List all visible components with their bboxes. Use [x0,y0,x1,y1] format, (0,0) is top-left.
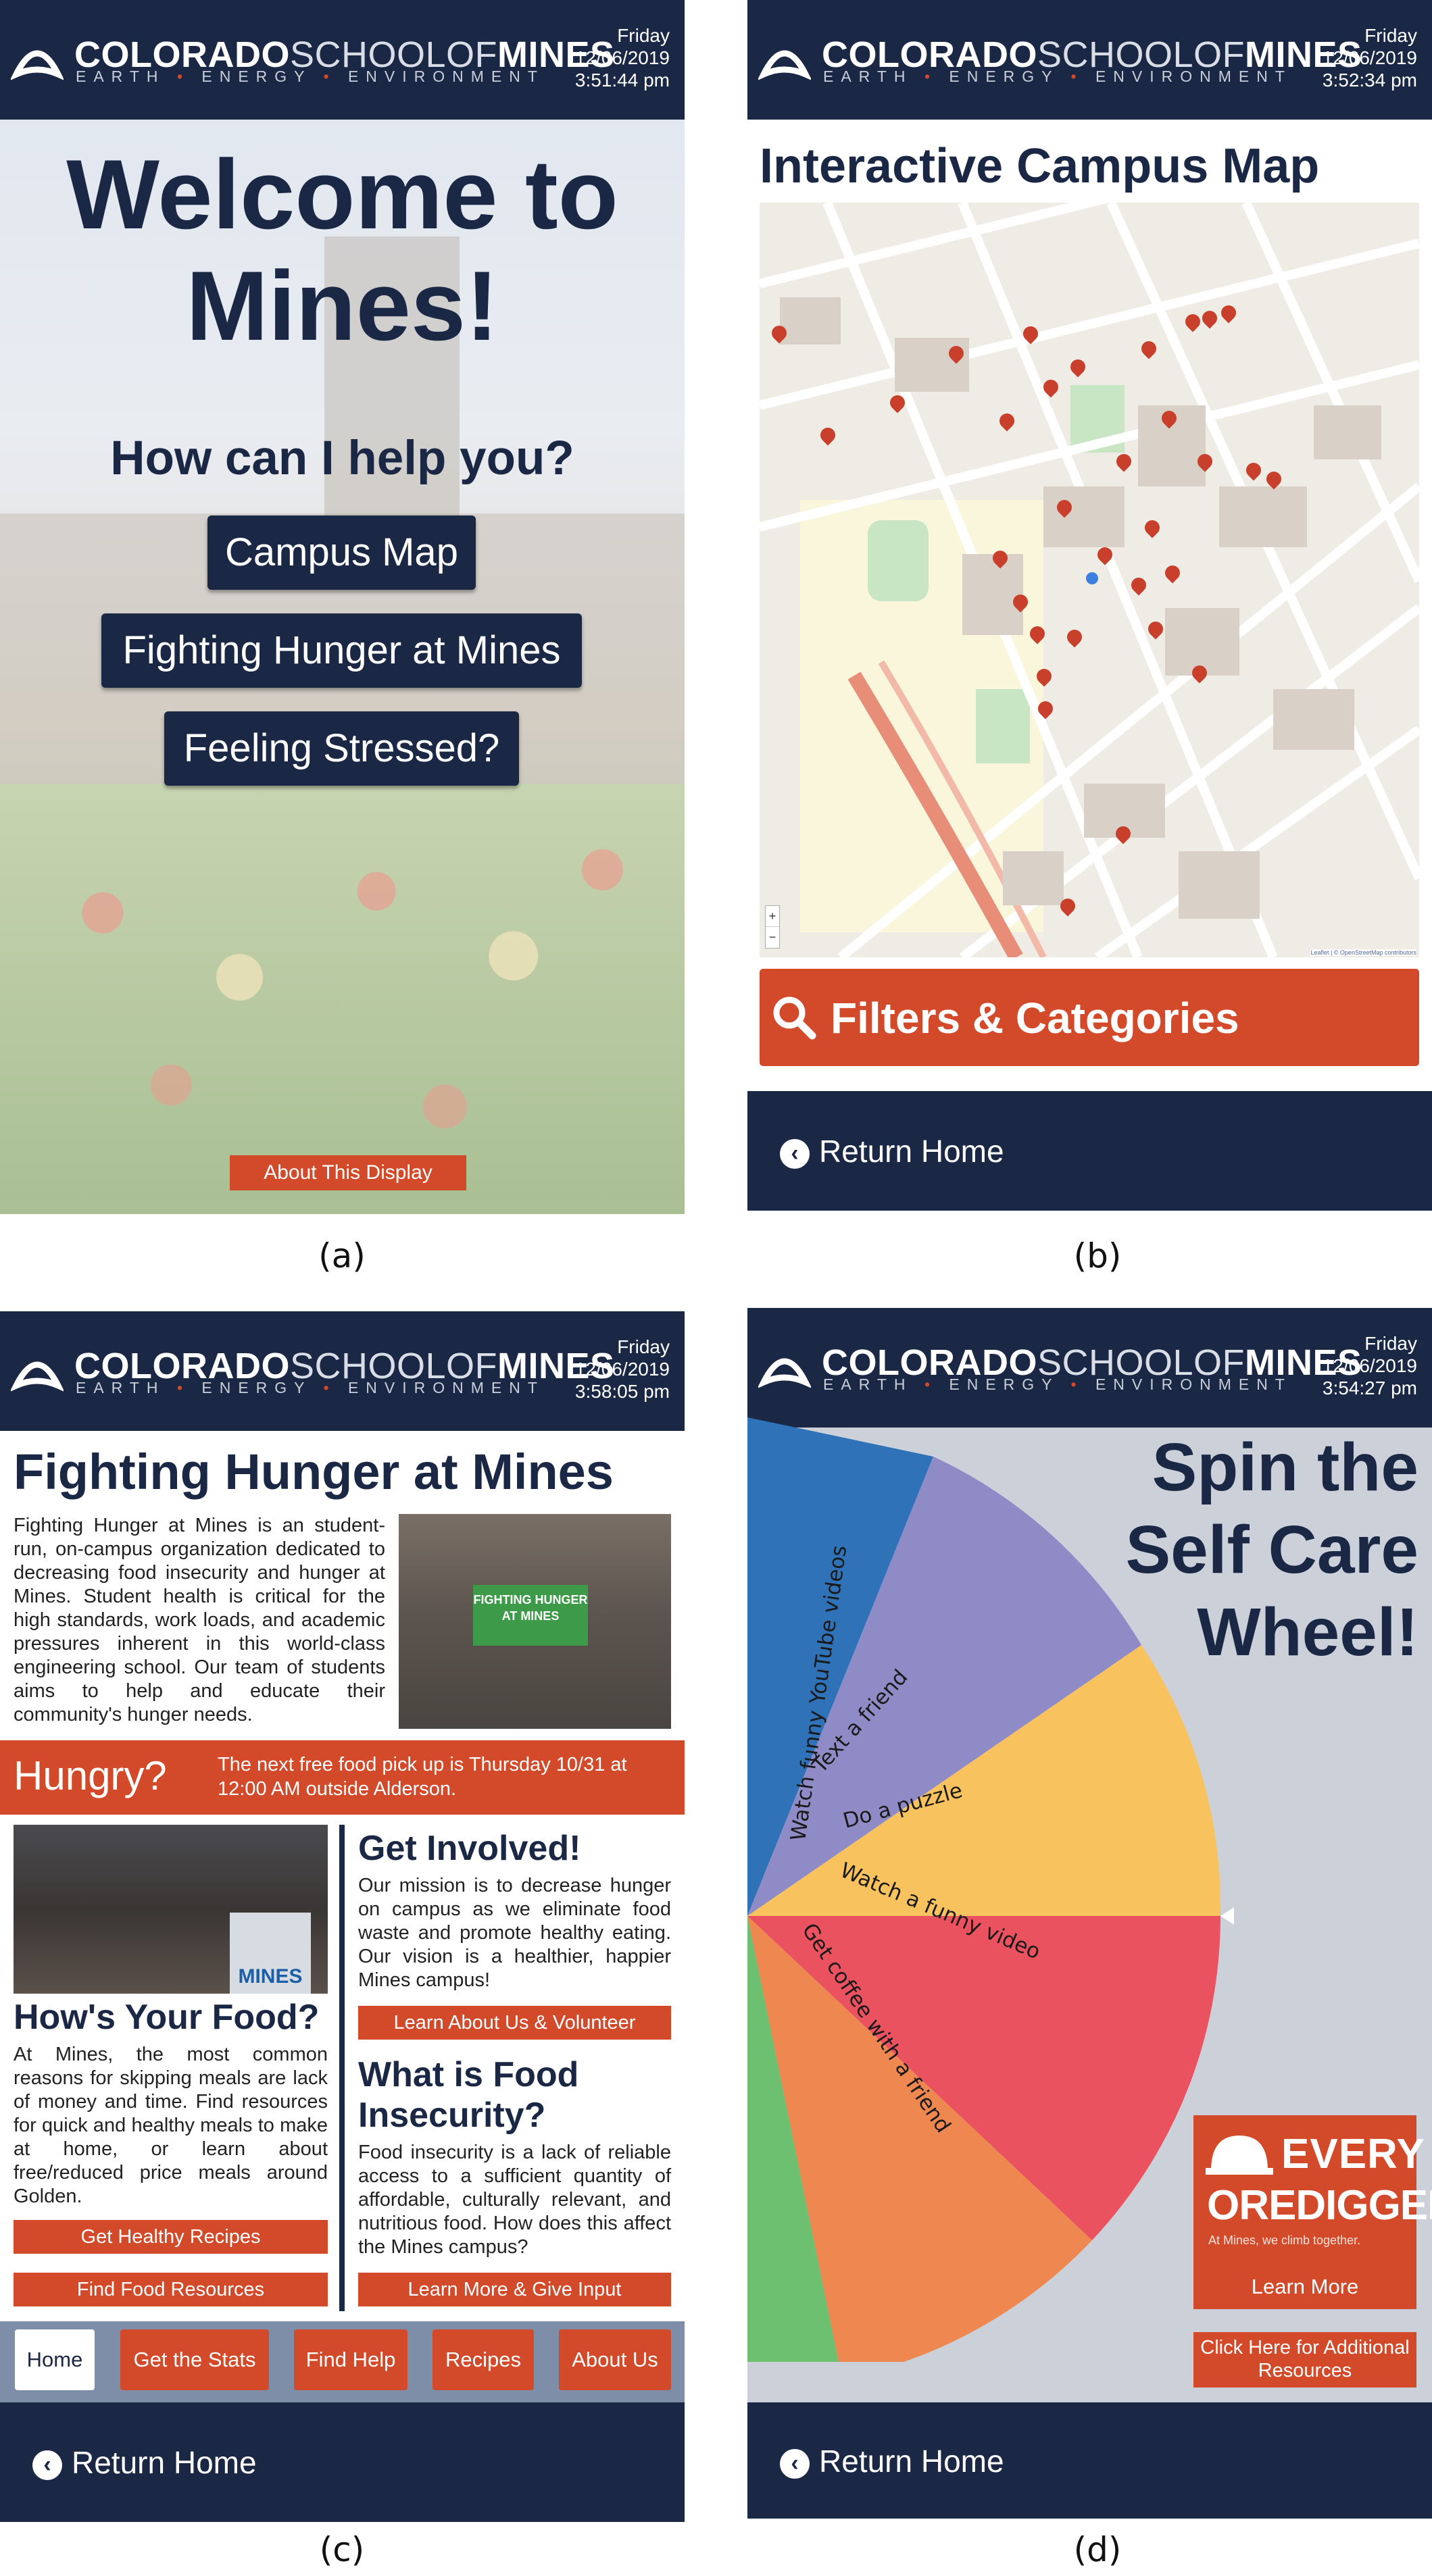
help-prompt: How can I help you? [110,432,574,485]
flower-bed [0,784,685,1214]
ad-slogan: At Mines, we climb together. [1208,2233,1361,2247]
insecurity-title: What is Food Insecurity? [358,2055,579,2135]
team-banner: FIGHTING HUNGER AT MINES [473,1585,588,1646]
zoom-control: + − [765,905,780,949]
caption-a: (a) [318,1236,366,1276]
healthy-recipes-button[interactable]: Get Healthy Recipes [14,2220,328,2254]
about-display-button[interactable]: About This Display [230,1155,466,1190]
brand-tagline: EARTH • ENERGY • ENVIRONMENT [76,68,545,85]
app-header: COLORADOSCHOOLOFMINES EARTH • ENERGY • E… [747,0,1432,120]
feeling-stressed-button[interactable]: Feeling Stressed? [164,711,519,786]
wheel-pointer-icon [1220,1907,1234,1925]
caption-c: (c) [319,2530,365,2569]
food-text: At Mines, the most common reasons for sk… [14,2044,328,2207]
mines-logo-icon [758,1358,811,1388]
mines-logo-icon [11,50,64,80]
filters-label: Filters & Categories [831,994,1239,1042]
mines-logo-icon [758,50,811,80]
panel-fighting-hunger: COLORADOSCHOOLOFMINES EARTH • ENERGY • E… [0,1311,685,2522]
search-icon [773,996,816,1040]
panel-campus-map: COLORADOSCHOOLOFMINES EARTH • ENERGY • E… [747,0,1432,1211]
welcome-title: Welcome to Mines! [66,139,618,361]
map-attribution[interactable]: Leaflet | © OpenStreetMap contributors [1310,949,1416,956]
food-resources-button[interactable]: Find Food Resources [14,2273,328,2306]
involved-text: Our mission is to decrease hunger on cam… [358,1875,671,1991]
involved-title: Get Involved! [358,1829,581,1868]
hungry-banner: Hungry? The next free food pick up is Th… [0,1740,685,1815]
footer-bar: ‹ Return Home [747,2402,1432,2519]
intro-text: Fighting Hunger at Mines is an student-r… [14,1515,385,1725]
hungry-label: Hungry? [14,1753,167,1798]
panel-self-care: COLORADOSCHOOLOFMINES EARTH • ENERGY • E… [747,1308,1432,2519]
app-header: COLORADOSCHOOLOFMINES EARTH • ENERGY • E… [0,1311,685,1431]
return-home-button[interactable]: ‹ Return Home [32,2444,257,2481]
learn-more-button[interactable]: Learn More [1193,2271,1416,2303]
additional-resources-button[interactable]: Click Here for Additional Resources [1193,2332,1416,2388]
fighting-hunger-button[interactable]: Fighting Hunger at Mines [101,613,582,688]
food-title: How's Your Food? [14,1998,320,2037]
datetime: Friday 12/06/2019 3:54:27 pm [1322,1333,1417,1398]
tab-stats[interactable]: Get the Stats [120,2329,269,2390]
tab-about[interactable]: About Us [559,2329,671,2390]
campus-map[interactable]: + − Leaflet | © OpenStreetMap contributo… [760,203,1419,957]
datetime: Friday 12/06/2019 3:58:05 pm [574,1336,670,1402]
datetime: Friday 12/06/2019 3:52:34 pm [1322,25,1417,91]
caption-d: (d) [1073,2530,1122,2569]
zoom-in-button[interactable]: + [766,906,779,927]
brand-tagline: EARTH • ENERGY • ENVIRONMENT [823,1375,1292,1393]
podium-logo: MINES [238,1965,303,1988]
page-title: Fighting Hunger at Mines [14,1444,614,1500]
chevron-left-icon: ‹ [780,1138,810,1169]
app-header: COLORADOSCHOOLOFMINES EARTH • ENERGY • E… [747,1308,1432,1428]
footer-bar: ‹ Return Home [0,2402,685,2522]
group-photo: MINES [14,1825,328,1994]
zoom-out-button[interactable]: − [766,927,779,947]
caption-b: (b) [1073,1236,1122,1276]
tab-home[interactable]: Home [15,2329,95,2390]
datetime: Friday 12/06/2019 3:51:44 pm [574,25,670,91]
podium: MINES [230,1913,311,1994]
column-divider [339,1825,345,2311]
insecurity-text: Food insecurity is a lack of reliable ac… [358,2142,671,2258]
page-title: Interactive Campus Map [760,139,1320,193]
pickup-notice: The next free food pick up is Thursday 1… [218,1754,627,1800]
learn-volunteer-button[interactable]: Learn About Us & Volunteer [358,2006,671,2040]
return-home-button[interactable]: ‹ Return Home [780,2443,1004,2479]
ad-line-every: EVERY [1281,2131,1425,2177]
hard-hat-icon [1206,2136,1273,2175]
chevron-left-icon: ‹ [32,2450,62,2480]
give-input-button[interactable]: Learn More & Give Input [358,2273,671,2306]
filters-categories-button[interactable]: Filters & Categories [760,969,1419,1066]
brand-tagline: EARTH • ENERGY • ENVIRONMENT [76,1379,545,1396]
panel-welcome: COLORADOSCHOOLOFMINES EARTH • ENERGY • E… [0,0,685,1214]
every-oredigger-card: EVERY OREDIGGER At Mines, we climb toget… [1193,2115,1432,2309]
footer-bar: ‹ Return Home [747,1091,1432,1211]
team-photo: FIGHTING HUNGER AT MINES [399,1514,671,1729]
tab-bar: Home Get the Stats Find Help Recipes Abo… [0,2321,685,2402]
tab-recipes[interactable]: Recipes [433,2329,534,2390]
tab-find-help[interactable]: Find Help [294,2329,408,2390]
campus-map-button[interactable]: Campus Map [207,515,476,590]
current-location-icon [1086,572,1098,584]
wheel-title: Spin the Self Care Wheel! [1125,1430,1418,1670]
brand-tagline: EARTH • ENERGY • ENVIRONMENT [823,68,1292,85]
return-home-button[interactable]: ‹ Return Home [780,1133,1004,1169]
mines-logo-icon [11,1361,64,1392]
app-header: COLORADOSCHOOLOFMINES EARTH • ENERGY • E… [0,0,685,120]
ad-line-oredigger: OREDIGGER [1207,2182,1432,2229]
chevron-left-icon: ‹ [780,2448,810,2479]
